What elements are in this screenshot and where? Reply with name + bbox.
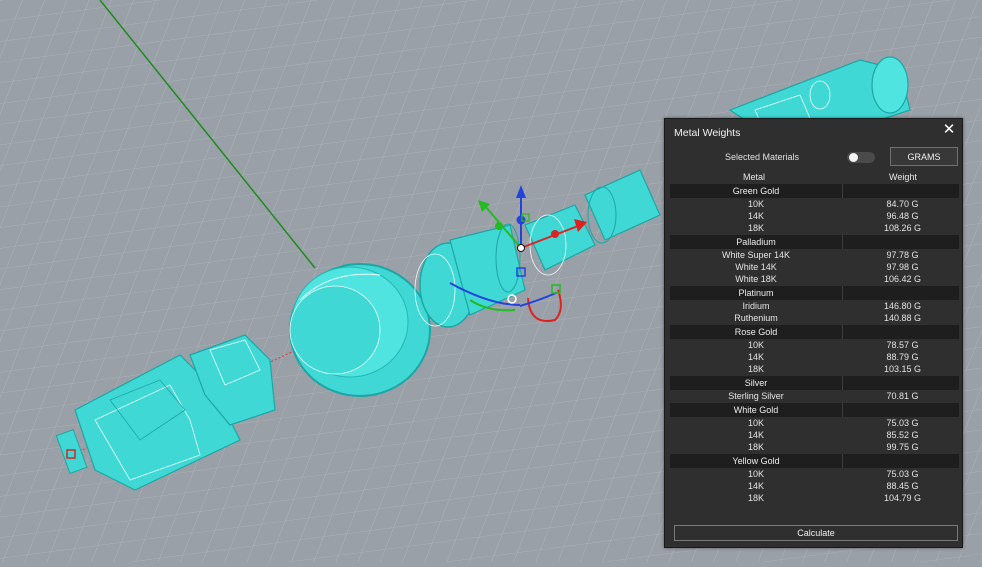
metal-weight: 75.03 G	[886, 418, 919, 428]
metal-row: Ruthenium 140.88 G	[670, 312, 959, 324]
metal-group-weight-cell	[843, 454, 959, 468]
metal-name: Sterling Silver	[728, 391, 784, 401]
toggle-knob	[849, 153, 858, 162]
metal-group-row: Rose Gold	[670, 325, 959, 339]
metal-row: Iridium 146.80 G	[670, 300, 959, 312]
metal-name: 10K	[747, 418, 764, 428]
x-handle[interactable]	[551, 230, 559, 238]
column-header-weight: Weight	[889, 172, 917, 182]
z-handle[interactable]	[516, 215, 526, 225]
metal-name: 14K	[747, 211, 764, 221]
metal-weight: 88.45 G	[886, 481, 919, 491]
metal-name: White 14K	[735, 262, 777, 272]
metal-weight: 140.88 G	[883, 313, 922, 323]
ring-component[interactable]	[289, 263, 431, 397]
metal-weight: 70.81 G	[886, 391, 919, 401]
metal-weight: 103.15 G	[883, 364, 922, 374]
metal-name: Iridium	[742, 301, 770, 311]
metal-group-weight-cell	[843, 403, 959, 417]
metal-weight: 88.79 G	[886, 352, 919, 362]
metal-name: 14K	[747, 481, 764, 491]
metal-group-row: Silver	[670, 376, 959, 390]
metal-table: Green Gold 10K 84.70 G 14K 96.48 G 18K 108.26 …	[670, 183, 959, 504]
metal-group-weight-cell	[843, 235, 959, 249]
selected-materials-label: Selected Materials	[725, 152, 800, 162]
metal-row: 14K 88.45 G	[670, 480, 959, 492]
metal-name: 14K	[747, 352, 764, 362]
metal-group-row: White Gold	[670, 403, 959, 417]
metal-row: 10K 78.57 G	[670, 339, 959, 351]
metal-group-weight-cell	[843, 286, 959, 300]
metal-group-weight-cell	[843, 184, 959, 198]
selected-materials-toggle[interactable]	[847, 152, 875, 163]
column-header-metal: Metal	[743, 172, 766, 182]
metal-name: 10K	[747, 340, 764, 350]
metal-group-row: Platinum	[670, 286, 959, 300]
metal-group-row: Palladium	[670, 235, 959, 249]
metal-group-name: White Gold	[670, 403, 843, 417]
metal-weight: 84.70 G	[886, 199, 919, 209]
metal-row: 14K 85.52 G	[670, 429, 959, 441]
metal-row: 18K 99.75 G	[670, 441, 959, 453]
metal-row: White 18K 106.42 G	[670, 273, 959, 285]
metal-group-name: Palladium	[670, 235, 843, 249]
metal-weight: 106.42 G	[883, 274, 922, 284]
metal-row: 18K 103.15 G	[670, 363, 959, 375]
metal-row: White Super 14K 97.78 G	[670, 249, 959, 261]
metal-name: White 18K	[735, 274, 777, 284]
metal-row: 14K 88.79 G	[670, 351, 959, 363]
metal-weight: 108.26 G	[883, 223, 922, 233]
metal-group-name: Green Gold	[670, 184, 843, 198]
metal-name: 14K	[747, 430, 764, 440]
metal-row: 18K 104.79 G	[670, 492, 959, 504]
metal-group-row: Green Gold	[670, 184, 959, 198]
metal-weights-panel: Metal Weights ✕ Selected Materials GRAMS…	[664, 118, 963, 548]
metal-row: 10K 84.70 G	[670, 198, 959, 210]
y-handle[interactable]	[495, 222, 503, 230]
metal-row: 10K 75.03 G	[670, 417, 959, 429]
metal-name: 10K	[747, 469, 764, 479]
metal-group-row: Yellow Gold	[670, 454, 959, 468]
units-button[interactable]: GRAMS	[890, 147, 958, 166]
close-button[interactable]: ✕	[942, 121, 956, 138]
metal-weight: 97.98 G	[886, 262, 919, 272]
metal-group-name: Platinum	[670, 286, 843, 300]
metal-group-name: Rose Gold	[670, 325, 843, 339]
metal-weight: 99.75 G	[886, 442, 919, 452]
metal-row: 14K 96.48 G	[670, 210, 959, 222]
metal-weight: 96.48 G	[886, 211, 919, 221]
metal-weight: 104.79 G	[883, 493, 922, 503]
metal-row: 18K 108.26 G	[670, 222, 959, 234]
close-icon[interactable]: ✕	[943, 121, 956, 138]
calculate-button[interactable]: Calculate	[674, 525, 958, 541]
metal-name: 10K	[747, 199, 764, 209]
metal-weight: 97.78 G	[886, 250, 919, 260]
metal-name: Ruthenium	[734, 313, 778, 323]
metal-group-name: Yellow Gold	[670, 454, 843, 468]
metal-name: 18K	[747, 442, 764, 452]
metal-weight: 78.57 G	[886, 340, 919, 350]
metal-name: White Super 14K	[721, 250, 791, 260]
panel-title: Metal Weights	[674, 127, 741, 139]
metal-name: 18K	[747, 223, 764, 233]
metal-weight: 146.80 G	[883, 301, 922, 311]
metal-weight: 85.52 G	[886, 430, 919, 440]
metal-weight: 75.03 G	[886, 469, 919, 479]
metal-row: Sterling Silver 70.81 G	[670, 390, 959, 402]
metal-name: 18K	[747, 493, 764, 503]
metal-name: 18K	[747, 364, 764, 374]
metal-row: White 14K 97.98 G	[670, 261, 959, 273]
metal-group-name: Silver	[670, 376, 843, 390]
metal-group-weight-cell	[843, 325, 959, 339]
metal-row: 10K 75.03 G	[670, 468, 959, 480]
metal-group-weight-cell	[843, 376, 959, 390]
